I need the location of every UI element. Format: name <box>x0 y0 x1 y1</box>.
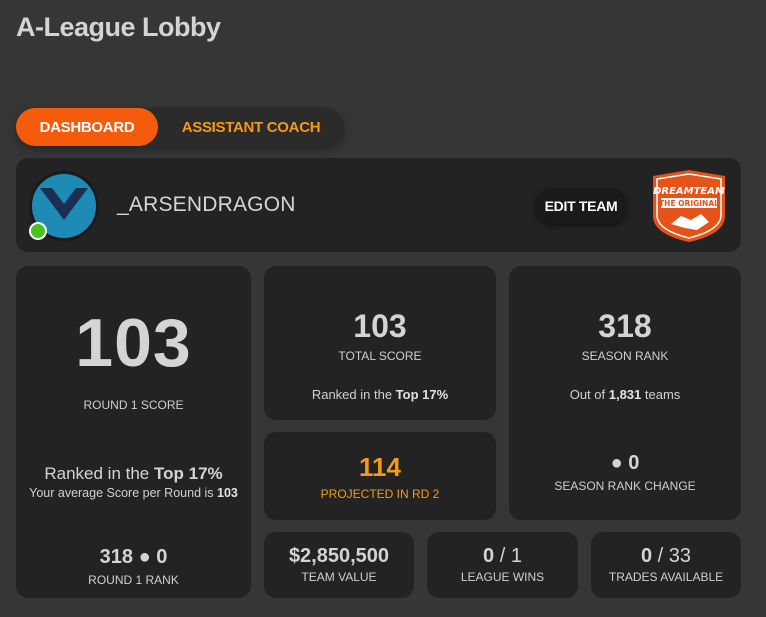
round-average-value: 103 <box>217 486 238 500</box>
trades-total: / 33 <box>652 545 692 567</box>
page-title: A-League Lobby <box>16 12 221 42</box>
season-rank-change-line: ● 0 <box>611 452 640 475</box>
round-ranked-prefix: Ranked in the <box>44 464 154 483</box>
round-score-card: 103 ROUND 1 SCORE Ranked in the Top 17% … <box>16 266 251 598</box>
team-bar: _ARSENDRAGON EDIT TEAM DREAMTEAM THE ORI… <box>16 158 741 252</box>
total-score-card: 103 TOTAL SCORE Ranked in the Top 17% <box>264 266 496 420</box>
total-ranked-line: Ranked in the Top 17% <box>312 387 448 402</box>
total-ranked-prefix: Ranked in the <box>311 387 396 402</box>
total-ranked-value: Top 17% <box>395 387 449 402</box>
team-value-value: $2,850,500 <box>288 545 390 567</box>
tab-dashboard[interactable]: DASHBOARD <box>16 108 158 146</box>
trades-line: 0 / 33 <box>641 545 691 568</box>
league-wins-total: / 1 <box>494 545 522 567</box>
season-rank-value: 318 <box>598 308 652 344</box>
round-ranked-value: Top 17% <box>154 464 223 483</box>
trades-card: 0 / 33 TRADES AVAILABLE <box>591 532 741 598</box>
projected-label: PROJECTED IN RD 2 <box>320 487 440 501</box>
round-average-line: Your average Score per Round is 103 <box>29 486 238 500</box>
dreamteam-logo: DREAMTEAM THE ORIGINAL <box>653 170 725 242</box>
round-score-value: 103 <box>75 305 192 381</box>
edit-team-button[interactable]: EDIT TEAM <box>535 188 627 224</box>
league-wins-card: 0 / 1 LEAGUE WINS <box>427 532 578 598</box>
season-out-of-value: 1,831 <box>608 387 642 402</box>
online-status-indicator <box>29 222 47 240</box>
trades-value: 0 <box>640 545 653 567</box>
season-change-dot-icon: ● <box>610 452 623 474</box>
league-wins-label: LEAGUE WINS <box>460 570 545 584</box>
round-rank-line: 318 ● 0 <box>100 546 168 569</box>
total-score-label: TOTAL SCORE <box>338 349 422 363</box>
logo-text-dreamteam: DREAMTEAM <box>653 186 725 197</box>
tab-bar: DASHBOARD ASSISTANT COACH <box>16 108 344 146</box>
season-out-of-line: Out of 1,831 teams <box>570 387 681 402</box>
projected-card: 114 PROJECTED IN RD 2 <box>264 432 496 520</box>
total-score-value: 103 <box>353 308 407 344</box>
team-value-label: TEAM VALUE <box>301 570 377 584</box>
round-rank-value: 318 <box>99 546 134 568</box>
round-ranked-line: Ranked in the Top 17% <box>44 464 222 484</box>
rank-change-dot-icon: ● <box>138 546 151 568</box>
team-value-card: $2,850,500 TEAM VALUE <box>264 532 414 598</box>
tab-assistant-coach[interactable]: ASSISTANT COACH <box>158 108 344 146</box>
season-rank-label: SEASON RANK <box>581 349 669 363</box>
team-name: _ARSENDRAGON <box>117 193 296 216</box>
logo-text-original: THE ORIGINAL <box>659 199 719 208</box>
season-rank-card: 318 SEASON RANK Out of 1,831 teams ● 0 S… <box>509 266 741 520</box>
round-rank-change: 0 <box>156 546 168 568</box>
league-wins-value: 0 <box>483 545 495 567</box>
season-rank-change-value: 0 <box>628 452 640 474</box>
round-score-label: ROUND 1 SCORE <box>83 398 184 412</box>
league-wins-line: 0 / 1 <box>483 545 522 568</box>
round-average-prefix: Your average Score per Round is <box>29 486 217 500</box>
trades-label: TRADES AVAILABLE <box>608 570 724 584</box>
season-out-of-prefix: Out of <box>569 387 609 402</box>
projected-value: 114 <box>359 452 401 482</box>
season-rank-change-label: SEASON RANK CHANGE <box>554 479 696 493</box>
season-out-of-suffix: teams <box>641 387 681 402</box>
round-rank-label: ROUND 1 RANK <box>88 573 179 587</box>
